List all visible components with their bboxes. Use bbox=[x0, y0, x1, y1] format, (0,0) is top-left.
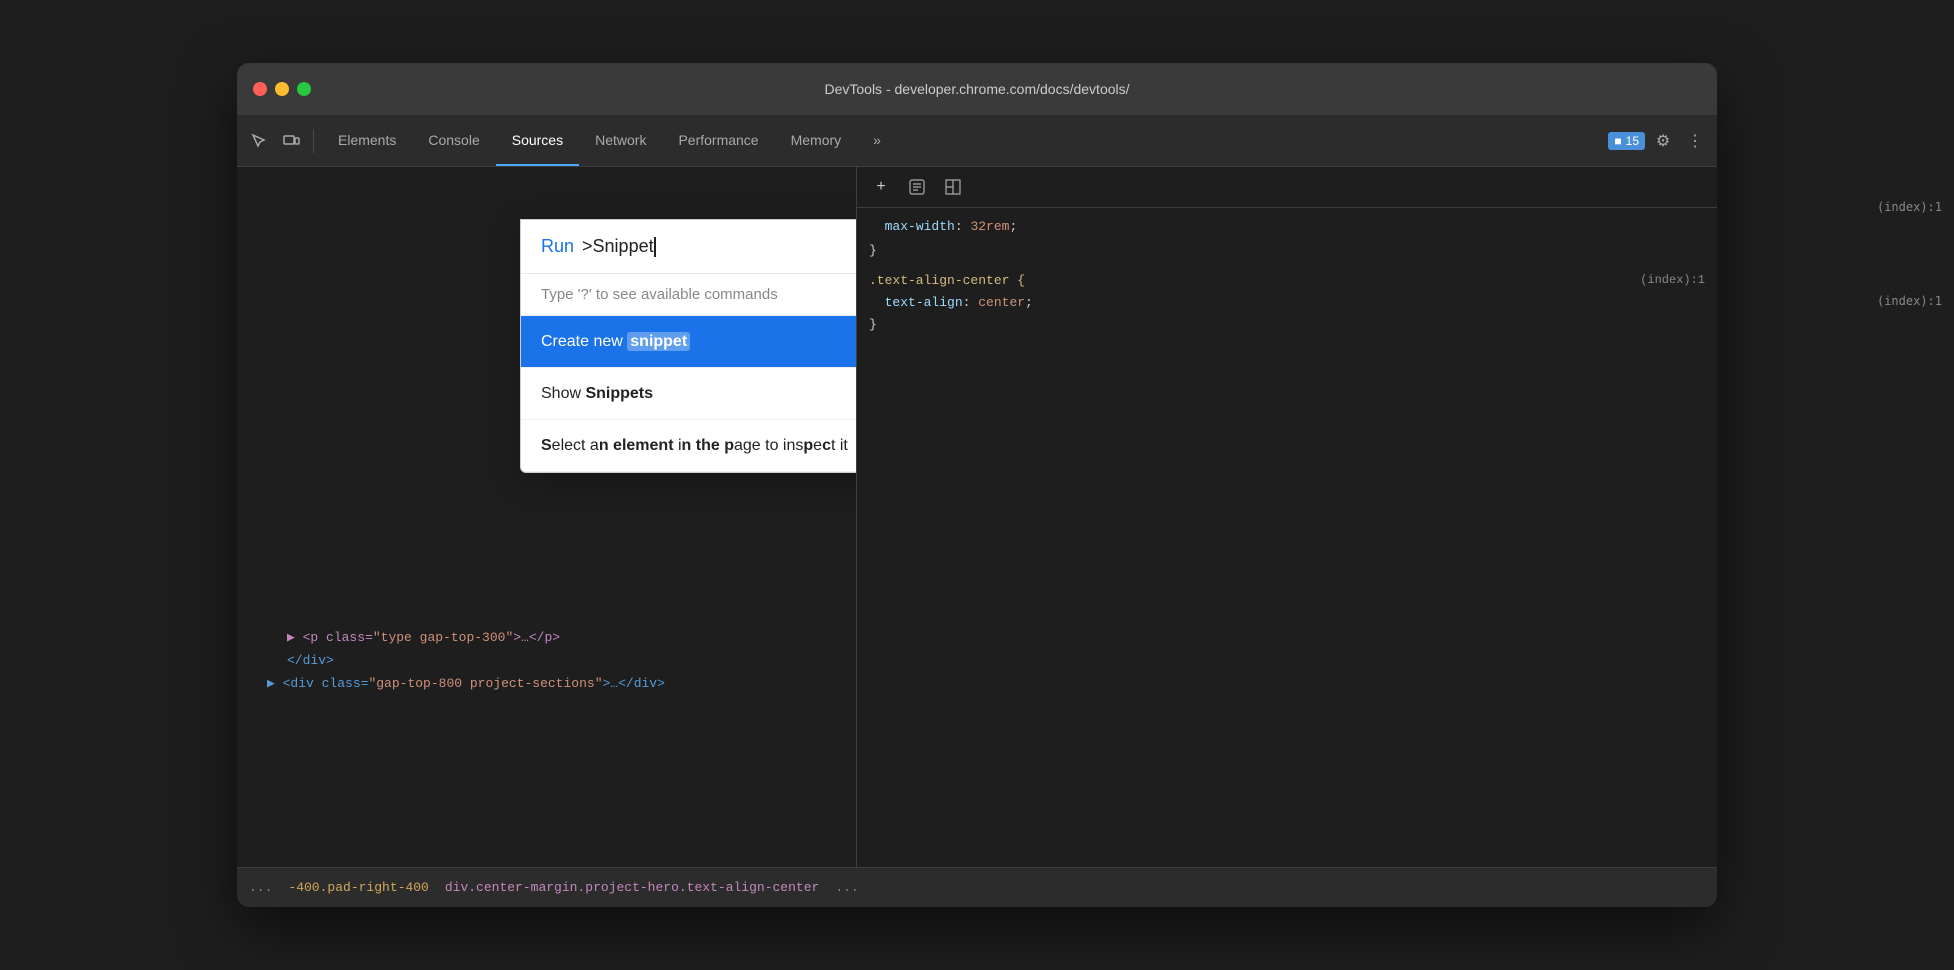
settings-icon[interactable]: ⚙ bbox=[1649, 127, 1677, 155]
dom-line: ▶ <div class="gap-top-800 project-sectio… bbox=[237, 673, 856, 696]
tab-elements[interactable]: Elements bbox=[322, 115, 412, 166]
tab-memory[interactable]: Memory bbox=[775, 115, 858, 166]
styles-toolbar: + bbox=[857, 167, 1717, 208]
cp-item-select-element[interactable]: Select an element in the page to inspect… bbox=[521, 420, 857, 472]
toolbar-divider bbox=[313, 129, 314, 153]
computed-style-icon[interactable] bbox=[903, 173, 931, 201]
inspect-icon[interactable] bbox=[245, 127, 273, 155]
dom-panel: Run >Snippet Type '?' to see available c… bbox=[237, 167, 857, 867]
cp-cursor bbox=[654, 237, 656, 257]
dom-line: ▶ <p class="type gap-top-300">…</p> bbox=[237, 627, 856, 650]
styles-panel: + max-width: 32rem; bbox=[857, 167, 1717, 867]
breadcrumb-dots: ... bbox=[249, 880, 272, 895]
breadcrumb-div[interactable]: div.center-margin.project-hero.text-alig… bbox=[445, 880, 819, 895]
window-title: DevTools - developer.chrome.com/docs/dev… bbox=[824, 81, 1129, 97]
tab-more[interactable]: » bbox=[857, 115, 897, 166]
cp-item-text: Create new snippet bbox=[541, 333, 690, 351]
tab-sources[interactable]: Sources bbox=[496, 115, 579, 166]
more-options-icon[interactable]: ⋮ bbox=[1681, 127, 1709, 155]
tab-network[interactable]: Network bbox=[579, 115, 662, 166]
dom-line: </div> bbox=[237, 650, 856, 673]
close-button[interactable] bbox=[253, 82, 267, 96]
tab-bar: Elements Console Sources Network Perform… bbox=[322, 115, 1604, 166]
cp-hint: Type '?' to see available commands bbox=[521, 274, 857, 316]
breadcrumb-dots-end: ... bbox=[835, 880, 858, 895]
traffic-lights bbox=[253, 82, 311, 96]
tab-console[interactable]: Console bbox=[412, 115, 495, 166]
breadcrumb-pad[interactable]: -400.pad-right-400 bbox=[288, 880, 428, 895]
bottom-bar: ... -400.pad-right-400 div.center-margin… bbox=[237, 867, 1717, 907]
device-toggle-icon[interactable] bbox=[277, 127, 305, 155]
cp-input-row: Run >Snippet bbox=[521, 220, 857, 274]
cp-item-text-3: Select an element in the page to inspect… bbox=[541, 437, 848, 455]
toolbar: Elements Console Sources Network Perform… bbox=[237, 115, 1717, 167]
maximize-button[interactable] bbox=[297, 82, 311, 96]
command-palette: Run >Snippet Type '?' to see available c… bbox=[520, 219, 857, 473]
devtools-window: DevTools - developer.chrome.com/docs/dev… bbox=[237, 63, 1717, 907]
add-style-icon[interactable]: + bbox=[867, 173, 895, 201]
toolbar-right: ■ 15 ⚙ ⋮ bbox=[1608, 127, 1709, 155]
badge-icon: ■ bbox=[1614, 134, 1621, 148]
issues-badge[interactable]: ■ 15 bbox=[1608, 132, 1645, 150]
cp-item-show-snippets[interactable]: Show Snippets Sources bbox=[521, 368, 857, 420]
minimize-button[interactable] bbox=[275, 82, 289, 96]
tab-performance[interactable]: Performance bbox=[662, 115, 774, 166]
titlebar: DevTools - developer.chrome.com/docs/dev… bbox=[237, 63, 1717, 115]
layout-icon[interactable] bbox=[939, 173, 967, 201]
cp-item-create-snippet[interactable]: Create new snippet Sources bbox=[521, 316, 857, 368]
cp-run-label: Run bbox=[541, 236, 574, 257]
cp-item-text-2: Show Snippets bbox=[541, 385, 653, 403]
cp-input-text[interactable]: >Snippet bbox=[582, 236, 656, 257]
styles-content: max-width: 32rem; } .text-align-center {… bbox=[857, 208, 1717, 344]
main-content: Run >Snippet Type '?' to see available c… bbox=[237, 167, 1717, 867]
